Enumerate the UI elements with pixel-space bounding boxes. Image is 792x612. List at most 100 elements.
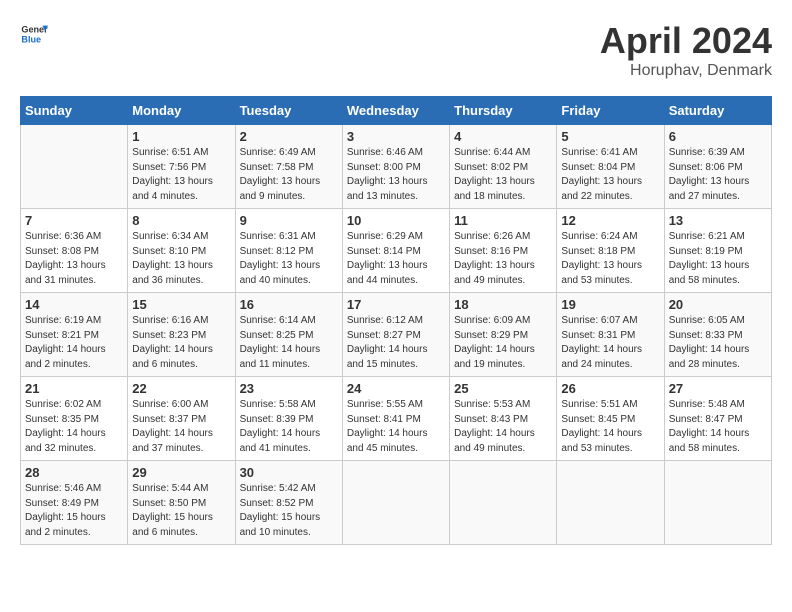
day-info: Sunrise: 6:21 AM Sunset: 8:19 PM Dayligh… xyxy=(669,230,767,288)
calendar-week-row: 21Sunrise: 6:02 AM Sunset: 8:35 PM Dayli… xyxy=(21,377,772,461)
calendar-cell xyxy=(664,461,771,545)
calendar-week-row: 28 Sunrise: 5:46 AM Sunset: 8:49 PM Dayli… xyxy=(21,461,772,545)
day-info: Sunrise: 6:07 AM Sunset: 8:31 PM Dayligh… xyxy=(561,314,659,372)
day-number: 25 xyxy=(454,381,552,396)
calendar-cell: 11Sunrise: 6:26 AM Sunset: 8:16 PM Dayli… xyxy=(450,209,557,293)
calendar-cell: 27 Sunrise: 5:48 AM Sunset: 8:47 PM Dayli… xyxy=(664,377,771,461)
day-info: Sunrise: 6:16 AM Sunset: 8:23 PM Dayligh… xyxy=(132,314,230,372)
calendar-cell: 25 Sunrise: 5:53 AM Sunset: 8:43 PM Dayli… xyxy=(450,377,557,461)
day-info: Sunrise: 6:14 AM Sunset: 8:25 PM Dayligh… xyxy=(240,314,338,372)
day-info: Sunrise: 5:44 AM Sunset: 8:50 PM Dayligh… xyxy=(132,482,230,540)
calendar-header-cell: Thursday xyxy=(450,97,557,125)
calendar-cell xyxy=(450,461,557,545)
day-number: 23 xyxy=(240,381,338,396)
day-info: Sunrise: 6:12 AM Sunset: 8:27 PM Dayligh… xyxy=(347,314,445,372)
day-number: 21 xyxy=(25,381,123,396)
calendar-week-row: 7 Sunrise: 6:36 AM Sunset: 8:08 PM Daylig… xyxy=(21,209,772,293)
calendar-header-cell: Friday xyxy=(557,97,664,125)
calendar-header-cell: Tuesday xyxy=(235,97,342,125)
calendar-cell: 20Sunrise: 6:05 AM Sunset: 8:33 PM Dayli… xyxy=(664,293,771,377)
day-info: Sunrise: 6:49 AM Sunset: 7:58 PM Dayligh… xyxy=(240,146,338,204)
calendar-header-cell: Sunday xyxy=(21,97,128,125)
calendar-cell xyxy=(21,125,128,209)
day-info: Sunrise: 5:53 AM Sunset: 8:43 PM Dayligh… xyxy=(454,398,552,456)
calendar-cell: 2 Sunrise: 6:49 AM Sunset: 7:58 PM Daylig… xyxy=(235,125,342,209)
page-header: General Blue April 2024 Horuphav, Denmar… xyxy=(20,20,772,80)
calendar-cell: 17 Sunrise: 6:12 AM Sunset: 8:27 PM Dayli… xyxy=(342,293,449,377)
day-number: 17 xyxy=(347,297,445,312)
day-info: Sunrise: 6:19 AM Sunset: 8:21 PM Dayligh… xyxy=(25,314,123,372)
calendar-cell: 6 Sunrise: 6:39 AM Sunset: 8:06 PM Daylig… xyxy=(664,125,771,209)
calendar-body: 1 Sunrise: 6:51 AM Sunset: 7:56 PM Daylig… xyxy=(21,125,772,545)
calendar-cell: 7 Sunrise: 6:36 AM Sunset: 8:08 PM Daylig… xyxy=(21,209,128,293)
calendar-cell: 16 Sunrise: 6:14 AM Sunset: 8:25 PM Dayli… xyxy=(235,293,342,377)
logo: General Blue xyxy=(20,20,48,48)
day-number: 27 xyxy=(669,381,767,396)
calendar-cell: 18 Sunrise: 6:09 AM Sunset: 8:29 PM Dayli… xyxy=(450,293,557,377)
calendar-cell: 22Sunrise: 6:00 AM Sunset: 8:37 PM Dayli… xyxy=(128,377,235,461)
calendar-cell: 19 Sunrise: 6:07 AM Sunset: 8:31 PM Dayli… xyxy=(557,293,664,377)
calendar-cell: 13 Sunrise: 6:21 AM Sunset: 8:19 PM Dayli… xyxy=(664,209,771,293)
location-title: Horuphav, Denmark xyxy=(600,62,772,80)
calendar-cell: 29 Sunrise: 5:44 AM Sunset: 8:50 PM Dayli… xyxy=(128,461,235,545)
day-number: 16 xyxy=(240,297,338,312)
day-info: Sunrise: 6:00 AM Sunset: 8:37 PM Dayligh… xyxy=(132,398,230,456)
calendar-cell: 12 Sunrise: 6:24 AM Sunset: 8:18 PM Dayli… xyxy=(557,209,664,293)
day-number: 14 xyxy=(25,297,123,312)
day-info: Sunrise: 5:51 AM Sunset: 8:45 PM Dayligh… xyxy=(561,398,659,456)
day-info: Sunrise: 6:44 AM Sunset: 8:02 PM Dayligh… xyxy=(454,146,552,204)
day-info: Sunrise: 5:46 AM Sunset: 8:49 PM Dayligh… xyxy=(25,482,123,540)
month-title: April 2024 xyxy=(600,20,772,62)
day-number: 7 xyxy=(25,213,123,228)
day-info: Sunrise: 6:41 AM Sunset: 8:04 PM Dayligh… xyxy=(561,146,659,204)
day-number: 2 xyxy=(240,129,338,144)
calendar-cell: 10 Sunrise: 6:29 AM Sunset: 8:14 PM Dayli… xyxy=(342,209,449,293)
day-info: Sunrise: 6:09 AM Sunset: 8:29 PM Dayligh… xyxy=(454,314,552,372)
day-number: 19 xyxy=(561,297,659,312)
calendar-cell: 15 Sunrise: 6:16 AM Sunset: 8:23 PM Dayli… xyxy=(128,293,235,377)
day-number: 28 xyxy=(25,465,123,480)
calendar-cell: 1 Sunrise: 6:51 AM Sunset: 7:56 PM Daylig… xyxy=(128,125,235,209)
calendar-cell: 21Sunrise: 6:02 AM Sunset: 8:35 PM Dayli… xyxy=(21,377,128,461)
calendar-table: SundayMondayTuesdayWednesdayThursdayFrid… xyxy=(20,96,772,545)
day-info: Sunrise: 5:48 AM Sunset: 8:47 PM Dayligh… xyxy=(669,398,767,456)
day-info: Sunrise: 6:36 AM Sunset: 8:08 PM Dayligh… xyxy=(25,230,123,288)
calendar-header-row: SundayMondayTuesdayWednesdayThursdayFrid… xyxy=(21,97,772,125)
day-number: 6 xyxy=(669,129,767,144)
calendar-cell xyxy=(557,461,664,545)
calendar-week-row: 14 Sunrise: 6:19 AM Sunset: 8:21 PM Dayli… xyxy=(21,293,772,377)
day-info: Sunrise: 6:24 AM Sunset: 8:18 PM Dayligh… xyxy=(561,230,659,288)
day-number: 20 xyxy=(669,297,767,312)
calendar-cell: 23 Sunrise: 5:58 AM Sunset: 8:39 PM Dayli… xyxy=(235,377,342,461)
day-number: 29 xyxy=(132,465,230,480)
day-number: 15 xyxy=(132,297,230,312)
svg-text:Blue: Blue xyxy=(21,34,41,44)
day-info: Sunrise: 6:26 AM Sunset: 8:16 PM Dayligh… xyxy=(454,230,552,288)
day-number: 3 xyxy=(347,129,445,144)
calendar-cell: 5Sunrise: 6:41 AM Sunset: 8:04 PM Daylig… xyxy=(557,125,664,209)
calendar-header-cell: Saturday xyxy=(664,97,771,125)
day-number: 30 xyxy=(240,465,338,480)
day-number: 24 xyxy=(347,381,445,396)
calendar-cell: 14 Sunrise: 6:19 AM Sunset: 8:21 PM Dayli… xyxy=(21,293,128,377)
calendar-cell: 28 Sunrise: 5:46 AM Sunset: 8:49 PM Dayli… xyxy=(21,461,128,545)
day-info: Sunrise: 5:58 AM Sunset: 8:39 PM Dayligh… xyxy=(240,398,338,456)
calendar-cell: 30 Sunrise: 5:42 AM Sunset: 8:52 PM Dayli… xyxy=(235,461,342,545)
day-info: Sunrise: 6:29 AM Sunset: 8:14 PM Dayligh… xyxy=(347,230,445,288)
day-info: Sunrise: 5:55 AM Sunset: 8:41 PM Dayligh… xyxy=(347,398,445,456)
day-number: 26 xyxy=(561,381,659,396)
calendar-cell: 24 Sunrise: 5:55 AM Sunset: 8:41 PM Dayli… xyxy=(342,377,449,461)
day-number: 4 xyxy=(454,129,552,144)
title-block: April 2024 Horuphav, Denmark xyxy=(600,20,772,80)
day-number: 1 xyxy=(132,129,230,144)
day-number: 12 xyxy=(561,213,659,228)
day-number: 9 xyxy=(240,213,338,228)
calendar-header-cell: Monday xyxy=(128,97,235,125)
calendar-cell: 8Sunrise: 6:34 AM Sunset: 8:10 PM Daylig… xyxy=(128,209,235,293)
day-number: 18 xyxy=(454,297,552,312)
day-info: Sunrise: 6:39 AM Sunset: 8:06 PM Dayligh… xyxy=(669,146,767,204)
day-number: 13 xyxy=(669,213,767,228)
day-info: Sunrise: 6:51 AM Sunset: 7:56 PM Dayligh… xyxy=(132,146,230,204)
day-number: 10 xyxy=(347,213,445,228)
day-info: Sunrise: 5:42 AM Sunset: 8:52 PM Dayligh… xyxy=(240,482,338,540)
